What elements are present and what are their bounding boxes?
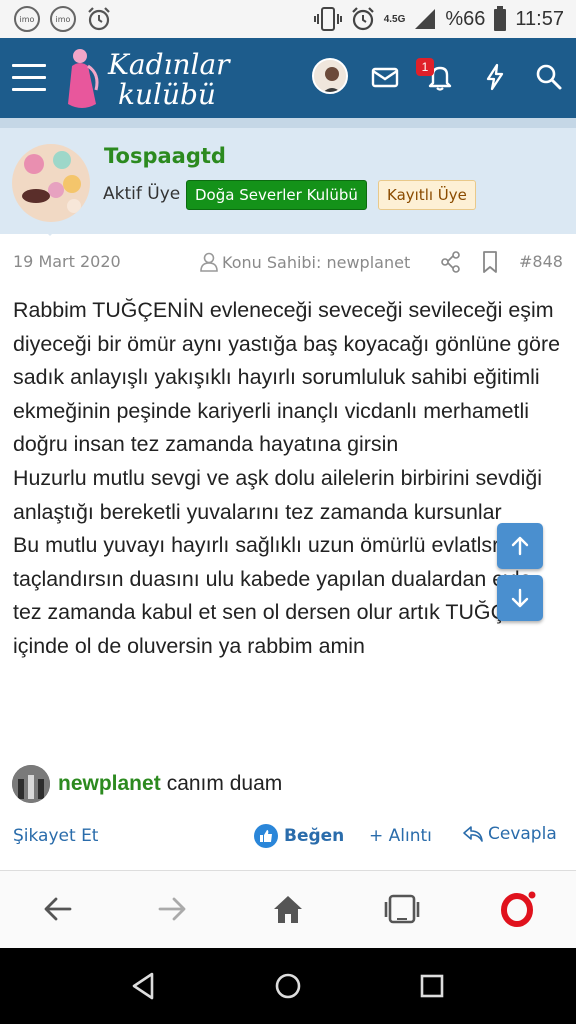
site-logo[interactable]: Kadınlar kulübü [66, 44, 230, 112]
post-actions: Şikayet Et Beğen + Alıntı Cevapla [0, 818, 576, 858]
reply-label: Cevapla [488, 824, 557, 844]
logo-figure-icon [68, 49, 99, 108]
home-icon[interactable] [270, 891, 306, 927]
clock: 11:57 [515, 7, 564, 30]
signal-icon [415, 9, 436, 29]
reaction-user-avatar[interactable] [12, 765, 50, 803]
search-icon[interactable] [534, 62, 564, 92]
reply-icon [463, 826, 483, 842]
alarm-icon [351, 7, 374, 31]
post-number[interactable]: #848 [519, 252, 563, 271]
thread-owner-label: Konu Sahibi: newplanet [222, 252, 411, 272]
post-content: Rabbim TUĞÇENİN evleneceği seveceği sevi… [13, 294, 565, 664]
reaction-summary: newplanet canım duam [12, 764, 282, 804]
forward-arrow-icon[interactable] [154, 891, 190, 927]
nav-home-icon[interactable] [272, 970, 304, 1002]
post-paragraph: Rabbim TUĞÇENİN evleneceği seveceği sevi… [13, 298, 560, 457]
author-username[interactable]: Tospaagtd [104, 144, 226, 168]
reply-button[interactable]: Cevapla [462, 824, 557, 844]
battery-percent: %66 [445, 7, 486, 30]
hamburger-menu-icon[interactable] [12, 64, 46, 92]
alarm-icon [88, 7, 110, 31]
report-button[interactable]: Şikayet Et [13, 826, 98, 846]
back-arrow-icon[interactable] [40, 891, 76, 927]
vibrate-icon [313, 7, 342, 31]
post-paragraph: Huzurlu mutlu sevgi ve aşk dolu aileleri… [13, 465, 543, 524]
like-label: Beğen [284, 826, 345, 846]
system-nav-bar [0, 948, 576, 1024]
author-avatar[interactable] [12, 144, 90, 222]
reaction-username[interactable]: newplanet [58, 772, 161, 796]
tabs-icon[interactable] [384, 891, 420, 927]
scroll-up-button[interactable] [497, 523, 543, 569]
like-button[interactable]: Beğen [254, 824, 344, 848]
status-bar: imo imo 4.5G %66 11:57 [0, 0, 576, 38]
thumbs-up-icon [254, 824, 278, 848]
arrow-down-icon [511, 588, 529, 608]
user-avatar[interactable] [312, 58, 348, 94]
thread-owner: Konu Sahibi: newplanet [200, 252, 410, 272]
reaction-text: canım duam [166, 772, 283, 795]
bookmark-icon[interactable] [480, 250, 500, 274]
notification-badge: 1 [416, 58, 434, 76]
card-pointer [38, 224, 62, 236]
battery-icon [494, 6, 507, 31]
imo-icon: imo [50, 6, 76, 32]
post-paragraph: Bu mutlu yuvayı hayırlı sağlıklı uzun öm… [13, 533, 532, 658]
post-author-card: Tospaagtd Aktif Üye Doğa Severler Kulübü… [0, 118, 576, 234]
arrow-up-icon [511, 536, 529, 556]
club-badge: Doğa Severler Kulübü [186, 180, 367, 210]
opera-menu-icon[interactable] [500, 891, 536, 927]
lightning-icon[interactable] [480, 62, 510, 92]
network-type: 4.5G [383, 13, 406, 25]
browser-toolbar [0, 870, 576, 948]
scroll-down-button[interactable] [497, 575, 543, 621]
author-rank: Aktif Üye [103, 184, 181, 204]
messages-icon[interactable] [370, 62, 400, 92]
quote-button[interactable]: + Alıntı [369, 826, 432, 846]
post-meta: 19 Mart 2020 Konu Sahibi: newplanet #848 [0, 248, 576, 278]
nav-back-icon[interactable] [128, 970, 160, 1002]
user-icon [200, 252, 218, 272]
share-icon[interactable] [440, 250, 462, 274]
imo-icon: imo [14, 6, 40, 32]
registered-badge: Kayıtlı Üye [378, 180, 476, 210]
app-header: Kadınlar kulübü 1 [0, 38, 576, 118]
post-date[interactable]: 19 Mart 2020 [13, 252, 121, 271]
nav-recents-icon[interactable] [416, 970, 448, 1002]
